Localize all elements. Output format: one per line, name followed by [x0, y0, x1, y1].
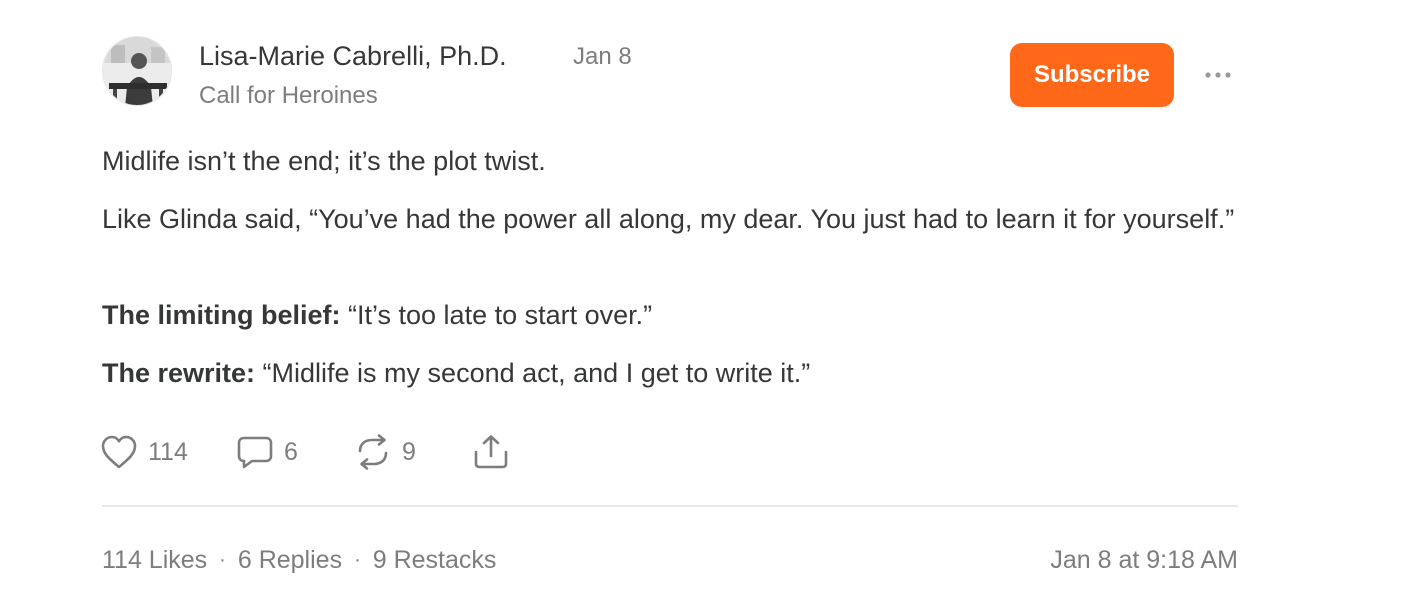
reply-button[interactable]: 6	[236, 432, 298, 472]
post-date[interactable]: Jan 8	[573, 41, 632, 73]
likes-link[interactable]: 114 Likes	[102, 544, 207, 576]
share-button[interactable]	[472, 432, 510, 472]
engagement-stats: 114 Likes · 6 Replies · 9 Restacks	[102, 544, 496, 576]
publication-name[interactable]: Call for Heroines	[199, 80, 378, 112]
rewrite-text: “Midlife is my second act, and I get to …	[255, 358, 811, 388]
replies-link[interactable]: 6 Replies	[238, 544, 342, 576]
post-line-2: Like Glinda said, “You’ve had the power …	[102, 204, 1235, 234]
subscribe-button[interactable]: Subscribe	[1010, 43, 1174, 107]
limiting-belief-label: The limiting belief:	[102, 300, 341, 330]
limiting-belief-text: “It’s too late to start over.”	[340, 300, 653, 330]
comment-icon	[237, 436, 273, 469]
like-count: 114	[148, 437, 188, 466]
heart-icon	[101, 435, 137, 469]
reply-count: 6	[284, 437, 298, 466]
more-options-button[interactable]	[1198, 60, 1238, 90]
share-icon	[474, 435, 508, 469]
separator: ·	[354, 549, 361, 571]
author-name[interactable]: Lisa-Marie Cabrelli, Ph.D.	[199, 39, 507, 73]
rewrite-paragraph: The rewrite: “Midlife is my second act, …	[102, 352, 1242, 394]
separator: ·	[219, 549, 226, 571]
restack-button[interactable]: 9	[354, 432, 416, 472]
post-timestamp: Jan 8 at 9:18 AM	[1050, 546, 1238, 574]
rewrite-label: The rewrite:	[102, 358, 256, 388]
divider	[102, 505, 1238, 507]
note-card: Lisa-Marie Cabrelli, Ph.D. Jan 8 Call fo…	[0, 0, 1402, 604]
avatar-image	[103, 37, 171, 105]
avatar[interactable]	[102, 36, 172, 106]
post-line-1: Midlife isn’t the end; it’s the plot twi…	[102, 146, 546, 176]
restacks-link[interactable]: 9 Restacks	[373, 544, 497, 576]
like-button[interactable]: 114	[100, 432, 188, 472]
ellipsis-icon	[1205, 72, 1231, 78]
limiting-belief-paragraph: The limiting belief: “It’s too late to s…	[102, 294, 1242, 336]
restack-icon	[358, 434, 388, 470]
restack-count: 9	[402, 437, 416, 466]
